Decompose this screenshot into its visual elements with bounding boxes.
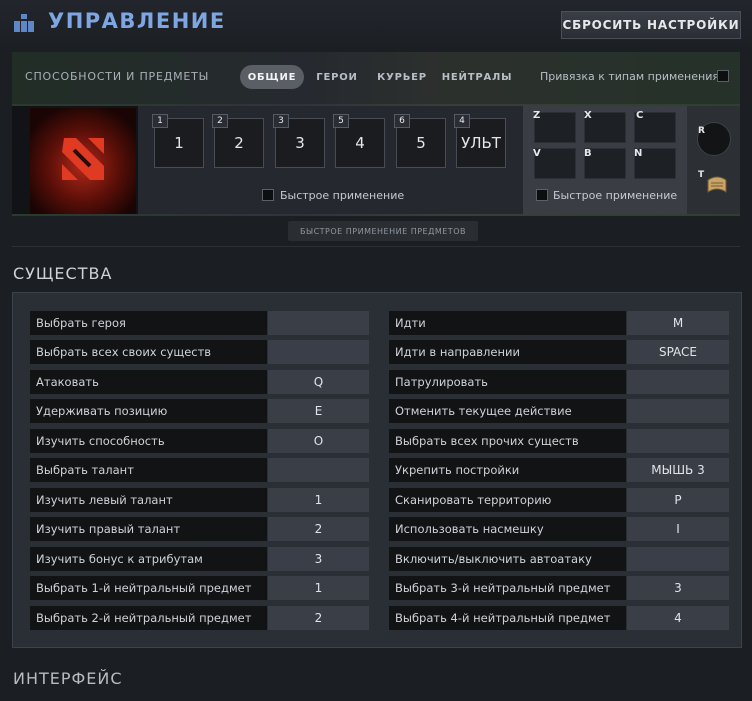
ability-quickcast-label: Быстрое применение — [280, 189, 405, 202]
hotkey-field[interactable] — [627, 547, 729, 571]
tp-slot-key: R — [698, 126, 705, 136]
hotkey-field[interactable] — [268, 458, 369, 482]
ability-quickcast-checkbox[interactable] — [262, 189, 274, 201]
item-slot-5-key: B — [584, 148, 592, 159]
ability-slot-3-badge: 3 — [273, 114, 289, 128]
tab-general[interactable]: ОБЩИЕ — [240, 65, 304, 89]
header: УПРАВЛЕНИЕ СБРОСИТЬ НАСТРОЙКИ — [0, 0, 752, 48]
hotkey-label: Выбрать 4-й нейтральный предмет — [389, 606, 626, 630]
interface-section-title: ИНТЕРФЕЙС — [13, 669, 123, 688]
items-quickcast-label: Быстрое применение — [553, 189, 678, 202]
hotkey-label: Выбрать 1-й нейтральный предмет — [30, 576, 267, 600]
hotkey-label: Сканировать территорию — [389, 488, 626, 512]
hotkey-label: Выбрать 3-й нейтральный предмет — [389, 576, 626, 600]
item-slot-2-key: X — [584, 110, 592, 121]
hotkey-field[interactable]: I — [627, 517, 729, 541]
hotkey-field[interactable]: Q — [268, 370, 369, 394]
scroll-icon[interactable] — [704, 172, 730, 198]
hotkey-field[interactable]: 2 — [268, 517, 369, 541]
item-slot-4-key: V — [533, 148, 541, 159]
quick-items-button[interactable]: БЫСТРОЕ ПРИМЕНЕНИЕ ПРЕДМЕТОВ — [288, 221, 478, 241]
ability-slot-2-badge: 2 — [212, 114, 228, 128]
hotkey-field[interactable]: M — [627, 311, 729, 335]
hotkey-field[interactable] — [627, 429, 729, 453]
tab-heroes[interactable]: ГЕРОИ — [312, 65, 362, 89]
ultimate-slot-badge: 4 — [454, 114, 470, 128]
hotkey-label: Включить/выключить автоатаку — [389, 547, 626, 571]
hotkey-field[interactable]: 3 — [268, 547, 369, 571]
hotkey-label: Выбрать героя — [30, 311, 267, 335]
ability-slot-5-badge: 6 — [394, 114, 410, 128]
tab-courier[interactable]: КУРЬЕР — [374, 65, 430, 89]
hotkey-field[interactable]: 1 — [268, 576, 369, 600]
dota-logo-icon — [62, 138, 104, 180]
hotkey-field[interactable]: E — [268, 399, 369, 423]
hotkey-field[interactable]: 3 — [627, 576, 729, 600]
hotkey-strip: 1 1 2 2 3 3 4 5 5 6 УЛЬТ 4 Быстрое приме… — [12, 106, 740, 214]
page-title: УПРАВЛЕНИЕ — [48, 9, 226, 33]
hotkey-label: Выбрать талант — [30, 458, 267, 482]
hotkey-label: Идти в направлении — [389, 340, 626, 364]
hotkey-field[interactable]: 2 — [268, 606, 369, 630]
scroll-slot-key: T — [698, 170, 705, 180]
units-panel: Выбрать героя Выбрать всех своих существ… — [12, 292, 742, 648]
hotkey-label: Использовать насмешку — [389, 517, 626, 541]
reset-settings-button[interactable]: СБРОСИТЬ НАСТРОЙКИ — [561, 11, 741, 39]
ability-slot-1-badge: 1 — [152, 114, 168, 128]
hotkey-label: Выбрать всех прочих существ — [389, 429, 626, 453]
hotkey-label: Изучить бонус к атрибутам — [30, 547, 267, 571]
hotkey-field[interactable]: P — [627, 488, 729, 512]
item-slot-3-key: C — [636, 110, 644, 121]
hotkey-field[interactable]: МЫШЬ 3 — [627, 458, 729, 482]
abilities-section-label: СПОСОБНОСТИ И ПРЕДМЕТЫ — [25, 70, 210, 83]
hotkey-field[interactable] — [627, 399, 729, 423]
hotkey-label: Отменить текущее действие — [389, 399, 626, 423]
item-slot-1-key: Z — [533, 110, 541, 121]
hotkey-label: Удерживать позицию — [30, 399, 267, 423]
hotkey-field[interactable]: SPACE — [627, 340, 729, 364]
hotkey-label: Патрулировать — [389, 370, 626, 394]
controls-grid-icon — [14, 14, 34, 32]
hotkey-label: Изучить способность — [30, 429, 267, 453]
items-quickcast-checkbox[interactable] — [536, 189, 548, 201]
hotkey-field[interactable] — [268, 340, 369, 364]
ability-slot-4-badge: 5 — [333, 114, 349, 128]
item-slot-1[interactable] — [534, 112, 576, 143]
section-divider — [12, 246, 740, 247]
hotkey-label: Атаковать — [30, 370, 267, 394]
hotkey-field[interactable]: 4 — [627, 606, 729, 630]
binding-label: Привязка к типам применения — [540, 70, 719, 83]
hotkey-field[interactable]: 1 — [268, 488, 369, 512]
hotkey-label: Выбрать всех своих существ — [30, 340, 267, 364]
item-slot-6-key: N — [634, 148, 643, 159]
units-section-title: СУЩЕСТВА — [13, 264, 113, 283]
hotkey-label: Укрепить постройки — [389, 458, 626, 482]
hotkey-field[interactable] — [268, 311, 369, 335]
binding-checkbox[interactable] — [717, 70, 729, 82]
hotkey-label: Изучить правый талант — [30, 517, 267, 541]
hotkey-label: Изучить левый талант — [30, 488, 267, 512]
hotkey-label: Идти — [389, 311, 626, 335]
tab-neutrals[interactable]: НЕЙТРАЛЫ — [442, 65, 512, 89]
hero-portrait — [30, 108, 136, 214]
abilities-panel: СПОСОБНОСТИ И ПРЕДМЕТЫ ОБЩИЕ ГЕРОИ КУРЬЕ… — [12, 52, 740, 216]
hotkey-field[interactable]: O — [268, 429, 369, 453]
hotkey-field[interactable] — [627, 370, 729, 394]
hotkey-label: Выбрать 2-й нейтральный предмет — [30, 606, 267, 630]
